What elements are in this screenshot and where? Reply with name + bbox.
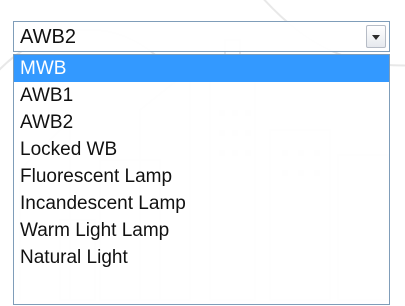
white-balance-dropdown-screen: AWB2 MWB AWB1 AWB2 Locked WB Fluorescent… [0, 0, 405, 306]
option-warm-light-lamp[interactable]: Warm Light Lamp [14, 217, 389, 244]
dropdown-options-list[interactable]: MWB AWB1 AWB2 Locked WB Fluorescent Lamp… [13, 54, 390, 305]
white-balance-select[interactable]: AWB2 [13, 21, 390, 52]
option-incandescent-lamp[interactable]: Incandescent Lamp [14, 190, 389, 217]
option-mwb[interactable]: MWB [14, 55, 389, 82]
option-fluorescent-lamp[interactable]: Fluorescent Lamp [14, 163, 389, 190]
selected-value: AWB2 [20, 26, 76, 48]
option-locked-wb[interactable]: Locked WB [14, 136, 389, 163]
option-natural-light[interactable]: Natural Light [14, 244, 389, 271]
option-awb2[interactable]: AWB2 [14, 109, 389, 136]
chevron-down-icon [372, 35, 380, 40]
option-awb1[interactable]: AWB1 [14, 82, 389, 109]
dropdown-arrow-button[interactable] [366, 25, 386, 48]
